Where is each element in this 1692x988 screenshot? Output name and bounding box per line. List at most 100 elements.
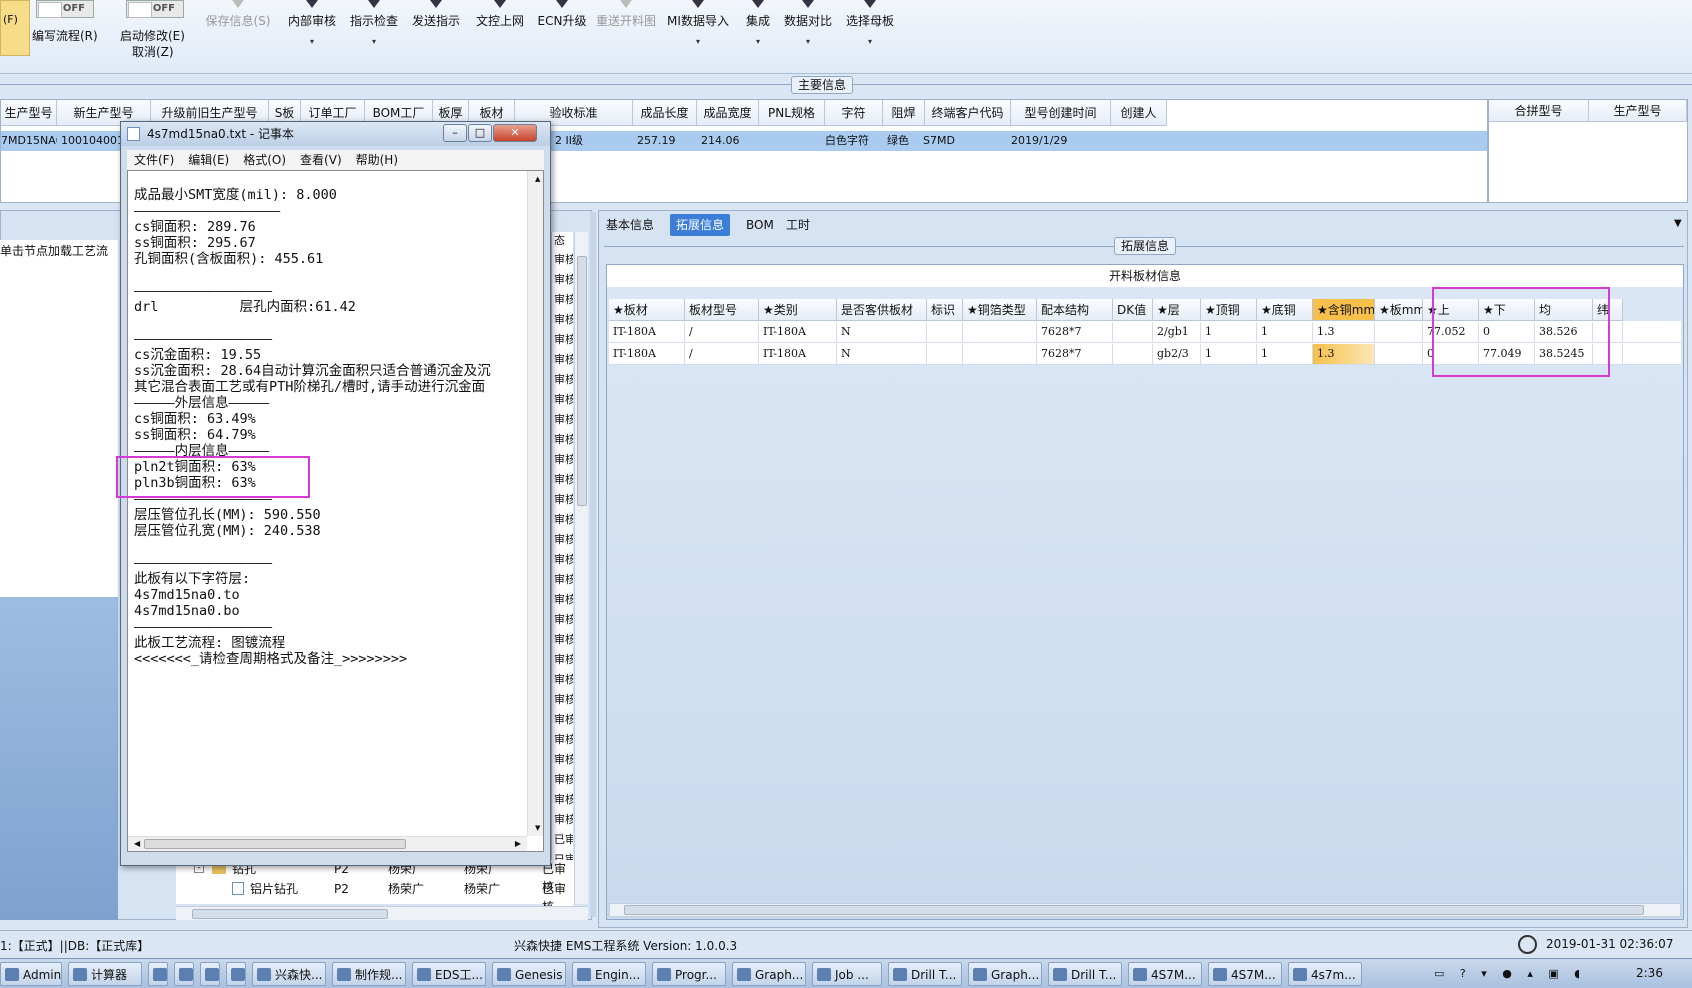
menu-help[interactable]: 帮助(H): [349, 150, 405, 170]
material-col-header[interactable]: ★板mm: [1375, 299, 1423, 321]
tab-work-hours[interactable]: 工时: [780, 214, 816, 236]
material-col-header[interactable]: ★铜箔类型: [963, 299, 1037, 321]
status-cell: 审核: [554, 313, 573, 326]
app-icon: [231, 968, 245, 981]
taskbar-button[interactable]: [226, 962, 246, 986]
material-col-header[interactable]: 是否客供板材: [837, 299, 927, 321]
material-col-header[interactable]: 板材型号: [685, 299, 759, 321]
maximize-button[interactable]: □: [468, 124, 492, 142]
taskbar-button[interactable]: Drill T...: [1048, 962, 1122, 986]
notepad-text-area[interactable]: 成品最小SMT宽度(mil): 8.000 —————————————————— c…: [127, 170, 544, 852]
tab-bom[interactable]: BOM: [740, 214, 780, 236]
edit-flow-toggle[interactable]: OFF: [36, 0, 94, 18]
col-header[interactable]: 型号创建时间: [1011, 100, 1111, 126]
menu-format[interactable]: 格式(O): [236, 150, 293, 170]
instruction-check-button[interactable]: 指示检查 ▾: [346, 0, 402, 70]
col-header[interactable]: 字符: [825, 100, 883, 126]
send-instruction-button[interactable]: 发送指示: [408, 0, 464, 70]
menu-file[interactable]: 文件(F): [127, 150, 181, 170]
material-col-header[interactable]: ★含铜mm: [1313, 299, 1375, 321]
material-hscrollbar[interactable]: [609, 903, 1681, 917]
scroll-down-icon[interactable]: ▼: [535, 824, 540, 832]
publish-doc-button[interactable]: 文控上网: [472, 0, 528, 70]
save-icon: [232, 0, 244, 8]
taskbar-button[interactable]: Graph...: [968, 962, 1042, 986]
taskbar-button[interactable]: 计算器: [68, 962, 142, 986]
material-col-header[interactable]: ★板材: [609, 299, 685, 321]
menu-edit[interactable]: 编辑(E): [181, 150, 236, 170]
taskbar-button[interactable]: Genesis: [492, 962, 566, 986]
ecn-upgrade-button[interactable]: ECN升级: [534, 0, 590, 70]
scroll-thumb[interactable]: [192, 909, 388, 919]
file-menu-partial[interactable]: (F): [0, 0, 30, 56]
save-info-button[interactable]: 保存信息(S): [204, 0, 272, 70]
scroll-right-icon[interactable]: ▶: [515, 839, 521, 848]
resend-cutting-button[interactable]: 重送开料图: [592, 0, 660, 70]
taskbar-button[interactable]: 4s7m...: [1288, 962, 1362, 986]
taskbar-clock[interactable]: 2:36: [1636, 966, 1663, 980]
col-header[interactable]: 生产型号: [1589, 100, 1687, 122]
minimize-button[interactable]: –: [443, 124, 467, 142]
tab-basic-info[interactable]: 基本信息: [600, 214, 660, 236]
tab-extended-info[interactable]: 拓展信息: [670, 214, 731, 236]
notepad-hscrollbar[interactable]: ◀ ▶: [128, 836, 527, 851]
taskbar-button[interactable]: Job ...: [812, 962, 882, 986]
tree-row-aluminum-drilling[interactable]: 铝片钻孔 P2 杨荣广 杨荣广 已审核: [176, 880, 574, 914]
taskbar-button[interactable]: [148, 962, 168, 986]
taskbar-button[interactable]: 4S7M...: [1208, 962, 1282, 986]
start-modify-toggle[interactable]: OFF: [126, 0, 184, 18]
material-col-header[interactable]: DK值: [1113, 299, 1153, 321]
col-header[interactable]: 合拼型号: [1489, 100, 1589, 122]
material-col-header[interactable]: ★底铜: [1257, 299, 1313, 321]
col-header[interactable]: 阻焊: [883, 100, 925, 126]
material-col-header[interactable]: ★层: [1153, 299, 1201, 321]
col-header[interactable]: PNL规格: [759, 100, 825, 126]
internal-review-button[interactable]: 内部审核 ▾: [284, 0, 340, 70]
material-col-header[interactable]: 标识: [927, 299, 963, 321]
status-scrollbar[interactable]: [574, 232, 588, 904]
col-header[interactable]: 创建人: [1111, 100, 1167, 126]
mi-import-button[interactable]: MI数据导入 ▾: [666, 0, 730, 70]
scroll-up-icon[interactable]: ▲: [535, 175, 540, 183]
status-cell: 审核: [554, 273, 573, 286]
col-header[interactable]: 生产型号: [1, 100, 57, 126]
status-column: 态 审核 审核 审核 审核 审核 审核 审核 审核 审核 审核 审核 审核 审核 审核 审核 审核 审核 审核 审核…: [551, 232, 573, 910]
taskbar-button[interactable]: Engin...: [572, 962, 646, 986]
taskbar-button[interactable]: 兴森快...: [252, 962, 326, 986]
material-col-header[interactable]: 配本结构: [1037, 299, 1113, 321]
cancel-button[interactable]: 取消(Z): [132, 43, 174, 60]
taskbar-button[interactable]: Progr...: [652, 962, 726, 986]
tabs-dropdown-icon[interactable]: ▼: [1674, 218, 1682, 229]
col-header[interactable]: 成品长度: [633, 100, 697, 126]
splitter[interactable]: [590, 212, 596, 917]
col-header[interactable]: 终端客户代码: [925, 100, 1011, 126]
material-col-header[interactable]: ★类别: [759, 299, 837, 321]
scroll-thumb[interactable]: [144, 839, 406, 849]
taskbar-button[interactable]: Graph...: [732, 962, 806, 986]
status-datetime: 2019-01-31 02:36:07: [1546, 937, 1674, 951]
scroll-left-icon[interactable]: ◀: [134, 839, 140, 848]
integrate-button[interactable]: 集成 ▾: [740, 0, 776, 70]
taskbar-button[interactable]: Drill T...: [888, 962, 962, 986]
menu-view[interactable]: 查看(V): [293, 150, 349, 170]
taskbar-button[interactable]: [174, 962, 194, 986]
scroll-thumb[interactable]: [624, 905, 1644, 915]
scroll-thumb[interactable]: [577, 256, 587, 506]
taskbar-button[interactable]: 制作规...: [332, 962, 406, 986]
close-button[interactable]: ✕: [493, 124, 537, 142]
app-icon: [1213, 968, 1227, 981]
taskbar-button[interactable]: [200, 962, 220, 986]
select-mother-board-button[interactable]: 选择母板 ▾: [842, 0, 898, 70]
app-icon: [817, 968, 831, 981]
status-app-version: 兴森快捷 EMS工程系统 Version: 1.0.0.3: [514, 939, 738, 953]
taskbar-button[interactable]: Admin...: [0, 962, 62, 986]
col-header[interactable]: 成品宽度: [697, 100, 759, 126]
status-col-header[interactable]: 态: [552, 232, 573, 250]
app-icon: [893, 968, 907, 981]
taskbar-button[interactable]: EDS工...: [412, 962, 486, 986]
tree-hscrollbar[interactable]: [176, 906, 588, 920]
notepad-vscrollbar[interactable]: ▲ ▼: [527, 171, 543, 836]
material-col-header[interactable]: ★顶铜: [1201, 299, 1257, 321]
taskbar-button[interactable]: 4S7M...: [1128, 962, 1202, 986]
data-compare-button[interactable]: 数据对比 ▾: [780, 0, 836, 70]
